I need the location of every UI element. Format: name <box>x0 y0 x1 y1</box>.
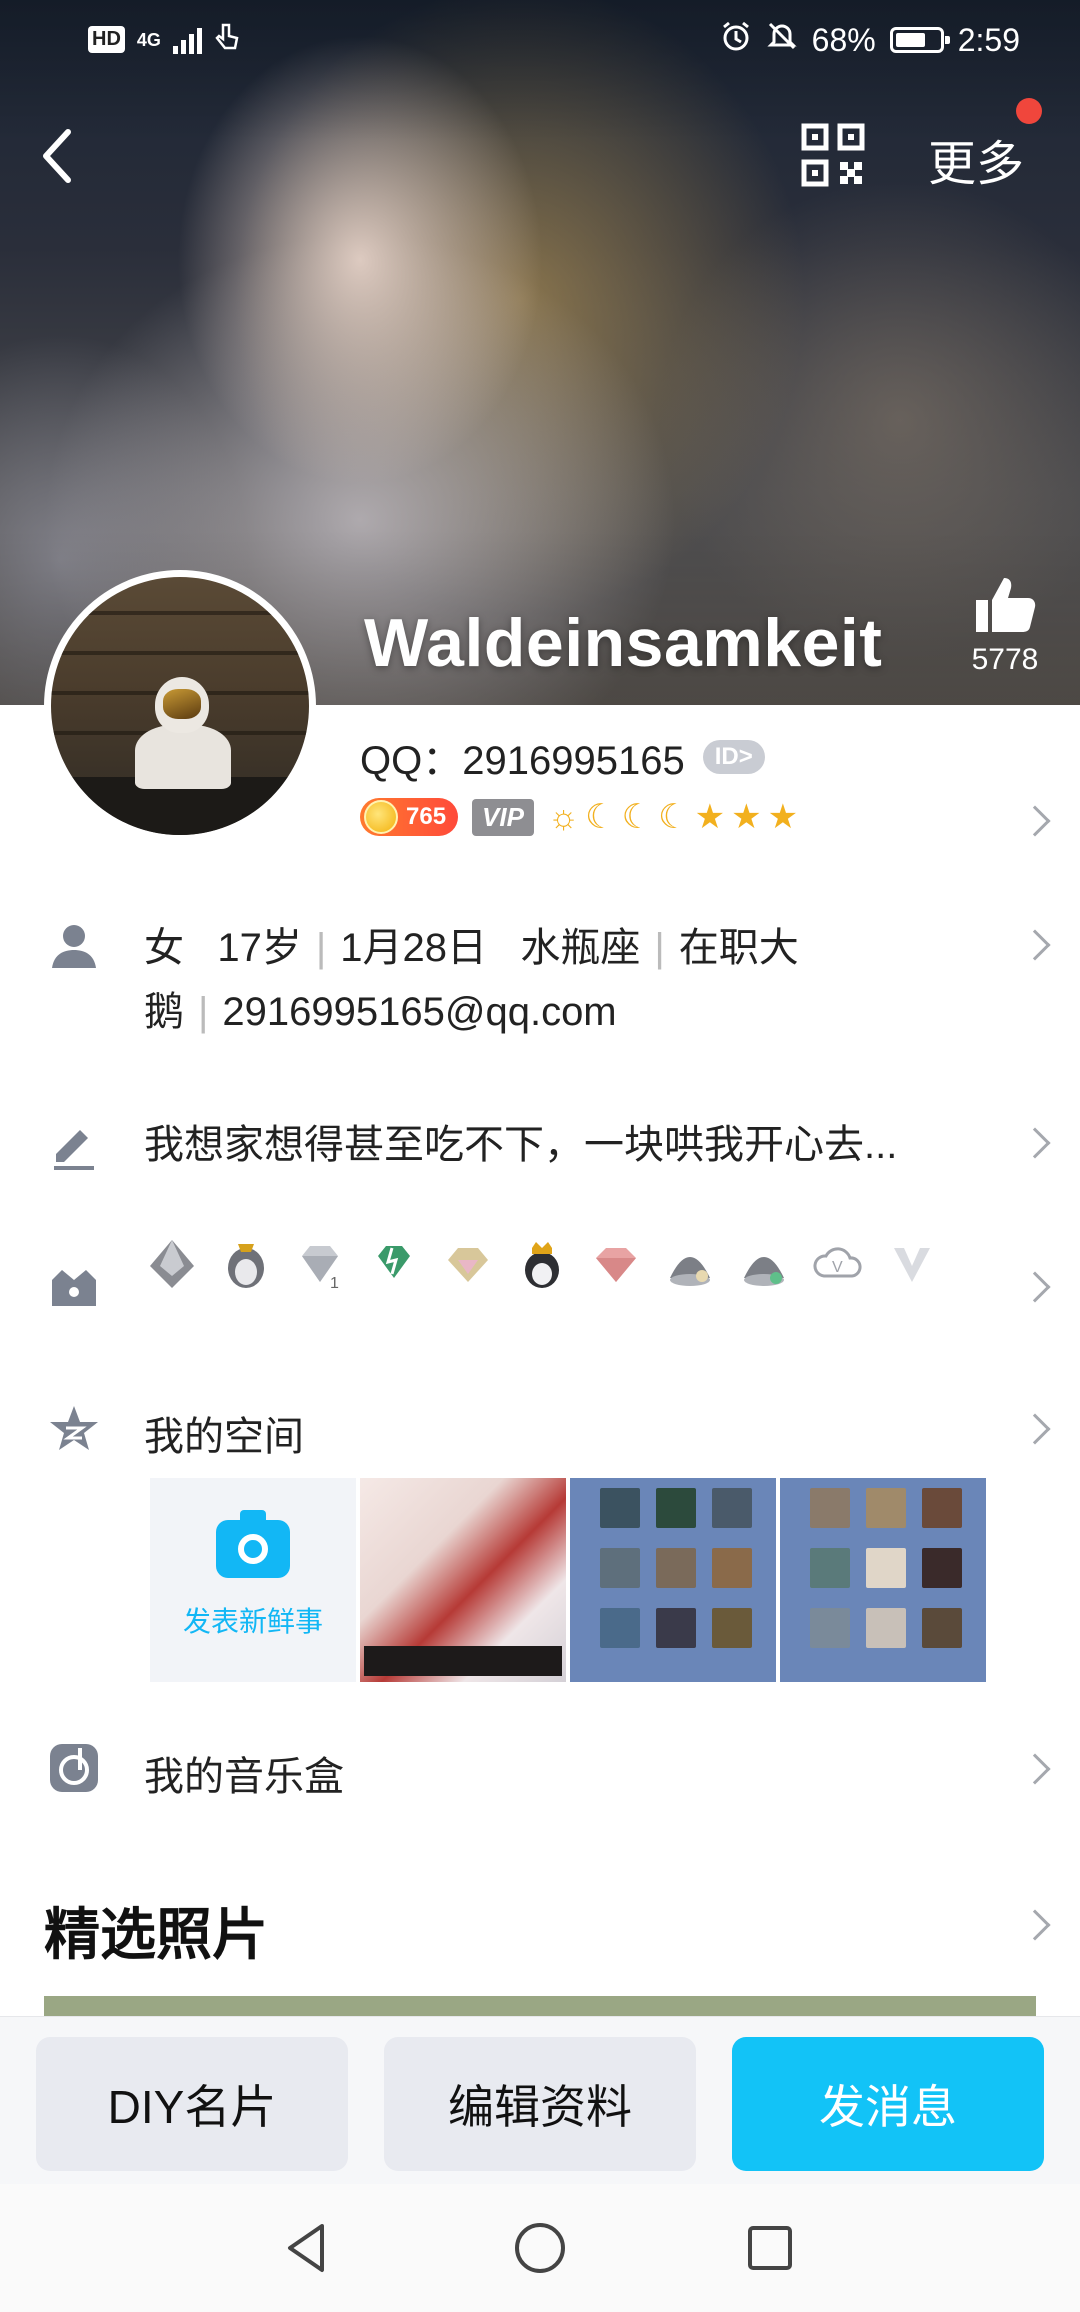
person-icon <box>52 925 96 968</box>
chevron-right-icon <box>1019 1753 1051 1785</box>
chevron-right-icon <box>1019 929 1051 961</box>
star-icon: ★ <box>731 798 762 836</box>
action-bar: DIY名片 编辑资料 发消息 <box>0 2016 1080 2184</box>
svg-text:V: V <box>832 1259 843 1276</box>
moon-icon: ☾ <box>658 798 689 836</box>
avatar[interactable] <box>44 570 316 842</box>
signal-icon <box>172 26 202 54</box>
nav-recents-icon[interactable] <box>740 2218 800 2278</box>
space-photo[interactable] <box>360 1478 566 1682</box>
chevron-right-icon <box>1019 1271 1051 1303</box>
birthday: 1月28日 <box>340 926 487 970</box>
qr-code-icon <box>801 123 865 187</box>
alarm-icon <box>720 20 752 60</box>
battery-icon <box>889 27 950 53</box>
medal-icon <box>894 1248 930 1282</box>
medal-icon: 1 <box>302 1246 339 1292</box>
chevron-right-icon <box>1019 1413 1051 1445</box>
chevron-right-icon <box>1019 1127 1051 1159</box>
qzone-star-icon <box>50 1406 98 1450</box>
moon-icon: ☾ <box>621 798 653 836</box>
network-type: 4G <box>136 29 161 50</box>
gender: 女 <box>144 926 184 970</box>
medal-icon <box>525 1242 559 1288</box>
more-button[interactable]: 更多 <box>928 124 1024 194</box>
notification-dot <box>1016 98 1042 124</box>
level-icons: ☼ ☾ ☾ ☾ ★ ★ ★ <box>548 800 798 834</box>
chevron-right-icon <box>1019 805 1051 837</box>
music-title: 我的音乐盒 <box>144 1755 344 1799</box>
space-photo[interactable] <box>570 1478 776 1682</box>
post-new-button[interactable]: 发表新鲜事 <box>150 1478 356 1682</box>
post-new-label: 发表新鲜事 <box>182 1606 323 1637</box>
back-button[interactable] <box>28 118 88 194</box>
status-bar: HD 4G 68% 2:59 <box>0 0 1080 80</box>
cloud-v-icon: V <box>813 1247 862 1278</box>
space-photo[interactable] <box>780 1478 986 1682</box>
email: 2916995165@qq.com <box>222 990 617 1034</box>
nav-back-icon[interactable] <box>278 2218 338 2278</box>
mute-bell-icon <box>766 20 798 60</box>
battery-percent: 68% <box>811 21 876 58</box>
edit-profile-button[interactable]: 编辑资料 <box>384 2037 696 2171</box>
system-navigation-bar <box>0 2184 1080 2312</box>
vip-badge: VIP <box>472 798 534 836</box>
nav-home-icon[interactable] <box>510 2218 570 2278</box>
age: 17岁 <box>217 926 302 970</box>
signature: 我想家想得甚至吃不下，一块哄我开心去... <box>144 1123 898 1167</box>
pencil-icon <box>54 1130 94 1170</box>
music-disc-icon <box>50 1744 98 1792</box>
coin-badge: 765 <box>360 798 459 836</box>
medal-list: 1 V <box>144 1236 940 1292</box>
star-icon: ★ <box>694 798 726 836</box>
thumbs-up-icon <box>976 578 1036 632</box>
personal-info: 女 17岁 | 1月28日 水瓶座 | 在职大鹅 | 2916995165@qq.com <box>144 926 799 1034</box>
svg-text:1: 1 <box>330 1275 339 1292</box>
crown-box-icon <box>52 1270 96 1306</box>
moon-icon: ☾ <box>585 798 616 836</box>
camera-icon <box>216 1510 290 1578</box>
sun-icon: ☼ <box>547 798 580 836</box>
coin-value: 765 <box>406 803 447 830</box>
photos-title: 精选照片 <box>44 1903 268 1966</box>
medal-icon <box>744 1257 784 1286</box>
chevron-right-icon <box>1019 1909 1051 1941</box>
space-title: 我的空间 <box>144 1415 304 1459</box>
coin-icon <box>364 800 398 834</box>
medal-icon <box>150 1240 194 1288</box>
star-icon: ★ <box>767 798 799 836</box>
like-button[interactable]: 5778 <box>960 574 1050 677</box>
nickname: Waldeinsamkeit <box>364 605 883 681</box>
level-row[interactable]: 765 VIP ☼ ☾ ☾ ☾ ★ ★ ★ <box>360 798 798 836</box>
diy-card-button[interactable]: DIY名片 <box>36 2037 348 2171</box>
id-badge[interactable]: ID> <box>702 740 765 774</box>
touch-icon <box>214 22 240 57</box>
send-message-button[interactable]: 发消息 <box>732 2037 1044 2171</box>
featured-photo-preview[interactable] <box>44 1996 1036 2016</box>
clock: 2:59 <box>957 21 1020 58</box>
medal-icon <box>378 1246 410 1278</box>
medal-icon <box>596 1248 636 1282</box>
chevron-left-icon <box>43 129 71 183</box>
qq-number: QQ：2916995165 <box>360 739 685 783</box>
hd-indicator: HD <box>88 26 125 53</box>
qr-code-button[interactable] <box>800 122 866 188</box>
space-gallery: 发表新鲜事 <box>150 1478 986 1682</box>
medal-icon <box>670 1257 710 1286</box>
medal-icon <box>448 1248 488 1282</box>
zodiac: 水瓶座 <box>520 926 641 970</box>
qq-number-row: QQ：2916995165 ID> <box>360 728 765 786</box>
medal-icon <box>228 1244 264 1288</box>
like-count: 5778 <box>971 643 1039 676</box>
